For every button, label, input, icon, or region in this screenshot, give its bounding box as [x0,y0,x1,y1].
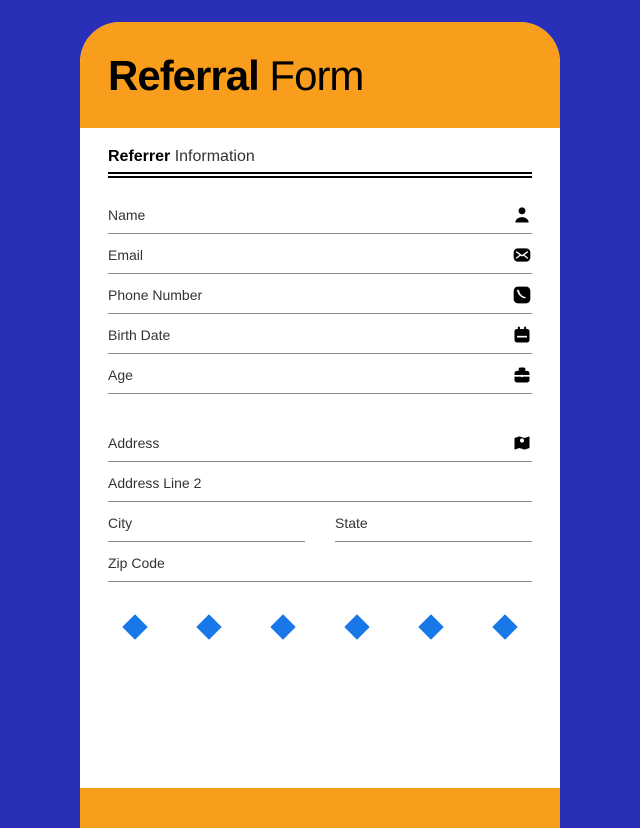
zip-label: Zip Code [108,555,165,571]
page-title: Referral Form [108,52,532,100]
phone-icon [512,285,532,305]
phone-field[interactable]: Phone Number [108,274,532,314]
diamond-icon [270,614,295,639]
email-label: Email [108,247,143,263]
form-footer [80,788,560,828]
address2-field[interactable]: Address Line 2 [108,462,532,502]
state-field[interactable]: State [335,502,532,542]
title-rest: Form [259,52,364,99]
diamond-icon [196,614,221,639]
city-field[interactable]: City [108,502,305,542]
phone-label: Phone Number [108,287,202,303]
diamond-icon [418,614,443,639]
zip-field[interactable]: Zip Code [108,542,532,582]
diamond-divider [108,582,532,664]
diamond-icon [344,614,369,639]
name-field[interactable]: Name [108,194,532,234]
city-label: City [108,515,132,531]
address-field[interactable]: Address [108,422,532,462]
section-rule [108,172,532,178]
age-field[interactable]: Age [108,354,532,394]
title-bold: Referral [108,52,259,99]
email-icon [512,245,532,265]
form-body: Referrer Information Name Email Phone Nu… [80,128,560,788]
form-header: Referral Form [80,22,560,128]
map-icon [512,433,532,453]
diamond-icon [122,614,147,639]
briefcase-icon [512,365,532,385]
address2-label: Address Line 2 [108,475,201,491]
address-label: Address [108,435,159,451]
birth-field[interactable]: Birth Date [108,314,532,354]
city-state-row: City State [108,502,532,542]
section-title: Referrer Information [108,148,532,166]
calendar-icon [512,325,532,345]
age-label: Age [108,367,133,383]
person-icon [512,205,532,225]
field-gap [108,394,532,422]
birth-label: Birth Date [108,327,170,343]
email-field[interactable]: Email [108,234,532,274]
form-card: Referral Form Referrer Information Name … [80,22,560,828]
state-label: State [335,515,368,531]
section-rest: Information [170,148,254,165]
name-label: Name [108,207,145,223]
diamond-icon [492,614,517,639]
section-bold: Referrer [108,148,170,165]
